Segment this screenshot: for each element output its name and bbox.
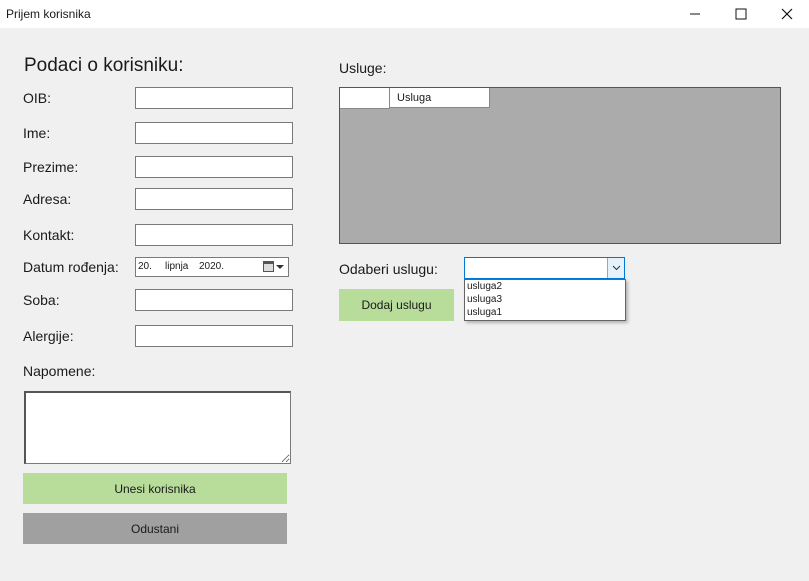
- kontakt-label: Kontakt:: [23, 227, 75, 243]
- services-label: Usluge:: [339, 60, 387, 76]
- notes-textarea[interactable]: [24, 391, 291, 464]
- chevron-down-icon: [612, 265, 620, 271]
- birthdate-month[interactable]: lipnja: [165, 261, 188, 272]
- prezime-label: Prezime:: [23, 159, 79, 175]
- ime-label: Ime:: [23, 125, 51, 141]
- dropdown-option[interactable]: usluga2: [465, 280, 625, 293]
- service-dropdown-list[interactable]: usluga2 usluga3 usluga1: [464, 279, 626, 321]
- grid-column-header-usluga[interactable]: Usluga: [390, 88, 490, 108]
- title-bar: Prijem korisnika: [0, 0, 809, 28]
- minimize-button[interactable]: [672, 0, 718, 28]
- submit-user-button[interactable]: Unesi korisnika: [23, 473, 287, 504]
- soba-label: Soba:: [23, 292, 60, 308]
- notes-label: Napomene:: [23, 363, 96, 379]
- adresa-label: Adresa:: [23, 191, 72, 207]
- chevron-down-icon[interactable]: [276, 265, 284, 269]
- dropdown-option[interactable]: usluga1: [465, 306, 625, 319]
- window-title: Prijem korisnika: [6, 7, 91, 21]
- birthdate-year[interactable]: 2020.: [199, 261, 224, 272]
- service-combobox[interactable]: [464, 257, 625, 279]
- choose-service-label: Odaberi uslugu:: [339, 261, 438, 277]
- add-service-button[interactable]: Dodaj uslugu: [339, 289, 454, 321]
- prezime-field[interactable]: [135, 156, 293, 178]
- birthdate-label: Datum rođenja:: [23, 259, 119, 275]
- alergije-label: Alergije:: [23, 328, 74, 344]
- adresa-field[interactable]: [135, 188, 293, 210]
- ime-field[interactable]: [135, 122, 293, 144]
- add-service-label: Dodaj uslugu: [361, 298, 432, 312]
- soba-field[interactable]: [135, 289, 293, 311]
- calendar-icon[interactable]: [263, 261, 274, 272]
- cancel-button[interactable]: Odustani: [23, 513, 287, 544]
- section-heading-user: Podaci o korisniku:: [24, 55, 184, 76]
- cancel-label: Odustani: [130, 521, 180, 536]
- maximize-button[interactable]: [718, 0, 764, 28]
- birthdate-day[interactable]: 20.: [138, 261, 152, 272]
- grid-corner-header[interactable]: [340, 88, 390, 109]
- close-icon: [781, 8, 793, 20]
- close-button[interactable]: [764, 0, 809, 28]
- services-grid[interactable]: Usluga: [339, 87, 781, 244]
- alergije-field[interactable]: [135, 325, 293, 347]
- oib-field[interactable]: [135, 87, 293, 109]
- maximize-icon: [735, 8, 747, 20]
- dropdown-option[interactable]: usluga3: [465, 293, 625, 306]
- submit-user-label: Unesi korisnika: [114, 481, 196, 496]
- oib-label: OIB:: [23, 90, 52, 106]
- birthdate-picker[interactable]: 20. lipnja 2020.: [135, 257, 289, 277]
- minimize-icon: [690, 13, 700, 15]
- kontakt-field[interactable]: [135, 224, 293, 246]
- service-combobox-toggle[interactable]: [607, 258, 624, 278]
